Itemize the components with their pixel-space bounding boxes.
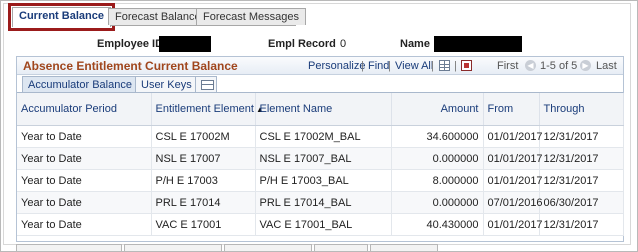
tab-current-balance[interactable]: Current Balance xyxy=(8,3,115,31)
tab-user-keys[interactable]: User Keys xyxy=(135,76,198,92)
cell-accumulator-period: Year to Date xyxy=(17,125,152,148)
find-link[interactable]: Find xyxy=(368,60,389,72)
column-header-label: Entitlement Element xyxy=(155,103,254,115)
table-row: Year to Date PRL E 17014 PRL E 17014_BAL 0.… xyxy=(17,191,624,214)
cell-through: 12/31/2017 xyxy=(539,213,624,236)
nav-separator: | xyxy=(431,60,434,72)
table-row: Year to Date VAC E 17001 VAC E 17001_BAL 40… xyxy=(17,213,624,236)
table-row: Year to Date NSL E 17007 NSL E 17007_BAL 0.… xyxy=(17,147,624,170)
balance-table: Accumulator Period Entitlement Element▲ … xyxy=(17,93,624,236)
column-header-from[interactable]: From xyxy=(483,93,540,126)
tab-forecast-balance[interactable]: Forecast Balance xyxy=(108,8,208,25)
personalize-link[interactable]: Personalize xyxy=(308,60,365,72)
cell-entitlement-element: P/H E 17003 xyxy=(151,169,256,192)
tab-accumulator-balance[interactable]: Accumulator Balance xyxy=(22,76,138,92)
cell-amount: 8.000000 xyxy=(391,169,484,192)
column-header-entitlement-element[interactable]: Entitlement Element▲ xyxy=(151,93,264,126)
next-arrow-icon[interactable]: ▶ xyxy=(580,60,591,71)
cell-from: 07/01/2016 xyxy=(483,191,543,214)
cell-through: 12/31/2017 xyxy=(539,169,624,192)
cell-amount: 0.000000 xyxy=(391,147,484,170)
cell-through: 12/31/2017 xyxy=(539,147,624,170)
grid-title: Absence Entitlement Current Balance xyxy=(23,59,238,73)
cell-element-name: VAC E 17001_BAL xyxy=(255,213,392,236)
cell-from: 01/01/2017 xyxy=(483,169,543,192)
column-header-amount[interactable]: Amount xyxy=(391,93,484,126)
cell-through: 12/31/2017 xyxy=(539,125,624,148)
employee-id-redaction xyxy=(159,36,211,52)
last-link[interactable]: Last xyxy=(596,60,617,72)
cell-entitlement-element: PRL E 17014 xyxy=(151,191,256,214)
table-row: Year to Date CSL E 17002M CSL E 17002M_BAL… xyxy=(17,125,624,148)
cell-entitlement-element: CSL E 17002M xyxy=(151,125,256,148)
cell-entitlement-element: NSL E 17007 xyxy=(151,147,256,170)
cell-element-name: PRL E 17014_BAL xyxy=(255,191,392,214)
empl-record-value: 0 xyxy=(340,38,347,50)
show-all-columns-icon xyxy=(201,80,214,90)
bottom-button[interactable] xyxy=(16,244,122,251)
view-all-link[interactable]: View All xyxy=(395,60,433,72)
bottom-button[interactable] xyxy=(314,244,368,251)
nav-separator: | xyxy=(454,60,457,72)
cell-accumulator-period: Year to Date xyxy=(17,147,152,170)
cell-amount: 34.600000 xyxy=(391,125,484,148)
tab-underline xyxy=(110,25,296,26)
column-header-element-name[interactable]: Element Name xyxy=(255,93,392,126)
table-header-row: Accumulator Period Entitlement Element▲ … xyxy=(17,93,624,126)
previous-arrow-icon[interactable]: ◀ xyxy=(525,60,536,71)
tab-forecast-messages[interactable]: Forecast Messages xyxy=(196,8,306,25)
cell-element-name: CSL E 17002M_BAL xyxy=(255,125,392,148)
bottom-button[interactable] xyxy=(224,244,312,251)
cell-element-name: P/H E 17003_BAL xyxy=(255,169,392,192)
cell-element-name: NSL E 17007_BAL xyxy=(255,147,392,170)
cell-from: 01/01/2017 xyxy=(483,147,543,170)
cell-amount: 40.430000 xyxy=(391,213,484,236)
download-excel-icon[interactable] xyxy=(461,60,472,71)
nav-separator: | xyxy=(388,60,391,72)
empl-record-label: Empl Record xyxy=(268,38,336,50)
cell-from: 01/01/2017 xyxy=(483,125,543,148)
cell-accumulator-period: Year to Date xyxy=(17,191,152,214)
tab-show-all-columns[interactable] xyxy=(195,76,217,92)
employee-id-label: Employee ID xyxy=(97,38,164,50)
name-label: Name xyxy=(400,38,430,50)
cell-entitlement-element: VAC E 17001 xyxy=(151,213,256,236)
cell-accumulator-period: Year to Date xyxy=(17,169,152,192)
nav-separator: | xyxy=(361,60,364,72)
cell-from: 01/01/2017 xyxy=(483,213,543,236)
column-header-accumulator-period[interactable]: Accumulator Period xyxy=(17,93,152,126)
name-redaction xyxy=(434,36,522,52)
bottom-button-strip xyxy=(16,244,438,251)
bottom-button[interactable] xyxy=(370,244,438,251)
cell-accumulator-period: Year to Date xyxy=(17,213,152,236)
absence-entitlement-grid: Absence Entitlement Current Balance Pers… xyxy=(16,56,624,242)
bottom-button[interactable] xyxy=(124,244,222,251)
cell-amount: 0.000000 xyxy=(391,191,484,214)
row-range: 1-5 of 5 xyxy=(540,60,578,72)
grid-title-bar: Absence Entitlement Current Balance Pers… xyxy=(17,57,623,75)
column-header-through[interactable]: Through xyxy=(539,93,624,126)
view-grid-icon[interactable] xyxy=(439,60,450,71)
table-row: Year to Date P/H E 17003 P/H E 17003_BAL 8.… xyxy=(17,169,624,192)
first-link[interactable]: First xyxy=(497,60,518,72)
cell-through: 06/30/2017 xyxy=(539,191,624,214)
